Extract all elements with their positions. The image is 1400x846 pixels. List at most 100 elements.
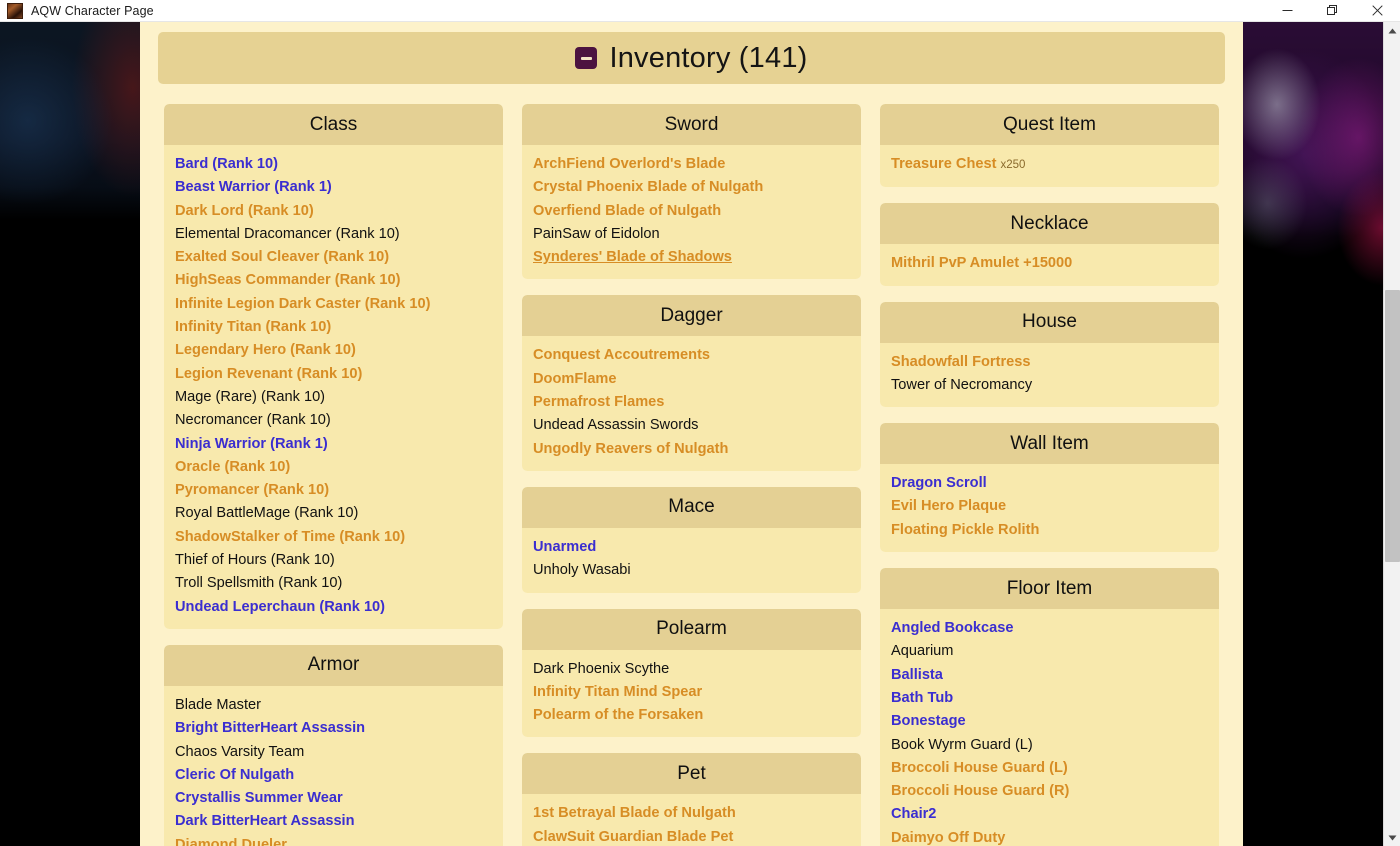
inventory-item-label: Infinity Titan Mind Spear xyxy=(533,683,703,700)
inventory-item-quantity: x250 xyxy=(1000,159,1026,171)
inventory-item: Chaos Varsity Team xyxy=(175,741,492,764)
inventory-item[interactable]: Infinity Titan (Rank 10) xyxy=(175,316,492,339)
inventory-item[interactable]: Polearm of the Forsaken xyxy=(533,704,850,727)
inventory-item[interactable]: Daimyo Off Duty xyxy=(891,827,1208,846)
inventory-item[interactable]: Ninja Warrior (Rank 1) xyxy=(175,433,492,456)
inventory-item[interactable]: ShadowStalker of Time (Rank 10) xyxy=(175,526,492,549)
inventory-item: Dark Phoenix Scythe xyxy=(533,658,850,681)
inventory-item[interactable]: Bonestage xyxy=(891,710,1208,733)
column-left: Class Bard (Rank 10) Beast Warrior (Rank 1… xyxy=(164,104,503,846)
inventory-item[interactable]: Bard (Rank 10) xyxy=(175,153,492,176)
inventory-item[interactable]: Treasure Chest x250 xyxy=(891,153,1208,177)
category-title-class: Class xyxy=(164,104,503,145)
inventory-item-label: Legendary Hero (Rank 10) xyxy=(175,342,356,359)
inventory-item[interactable]: Undead Leperchaun (Rank 10) xyxy=(175,596,492,619)
inventory-item-label: Bonestage xyxy=(891,713,966,730)
column-middle: Sword ArchFiend Overlord's Blade Crystal P… xyxy=(522,104,861,846)
inventory-item[interactable]: Ballista xyxy=(891,664,1208,687)
inventory-item[interactable]: Synderes' Blade of Shadows xyxy=(533,246,850,269)
category-items-armor: Blade Master Bright BitterHeart Assassin C… xyxy=(164,685,503,846)
inventory-item[interactable]: Ungodly Reavers of Nulgath xyxy=(533,438,850,461)
window-titlebar: AQW Character Page xyxy=(0,0,1400,22)
inventory-item[interactable]: Oracle (Rank 10) xyxy=(175,456,492,479)
inventory-item[interactable]: ClawSuit Guardian Blade Pet xyxy=(533,826,850,846)
inventory-item[interactable]: Overfiend Blade of Nulgath xyxy=(533,200,850,223)
category-card-mace: Mace Unarmed Unholy Wasabi xyxy=(522,486,861,593)
inventory-item[interactable]: Dark Lord (Rank 10) xyxy=(175,200,492,223)
category-card-sword: Sword ArchFiend Overlord's Blade Crystal P… xyxy=(522,104,861,280)
category-card-house: House Shadowfall Fortress Tower of Necroma… xyxy=(880,301,1219,408)
inventory-item[interactable]: Bright BitterHeart Assassin xyxy=(175,717,492,740)
inventory-item-label: Treasure Chest xyxy=(891,156,997,172)
inventory-item[interactable]: Floating Pickle Rolith xyxy=(891,519,1208,542)
inventory-item[interactable]: Crystallis Summer Wear xyxy=(175,787,492,810)
inventory-item[interactable]: Beast Warrior (Rank 1) xyxy=(175,176,492,199)
background-art-left xyxy=(0,22,140,846)
inventory-item[interactable]: Exalted Soul Cleaver (Rank 10) xyxy=(175,246,492,269)
inventory-item[interactable]: Bath Tub xyxy=(891,687,1208,710)
inventory-item-label: Crystallis Summer Wear xyxy=(175,790,343,807)
category-card-pet: Pet 1st Betrayal Blade of Nulgath ClawSuit… xyxy=(522,753,861,846)
inventory-item-label: Tower of Necromancy xyxy=(891,376,1033,393)
inventory-item-label: Bright BitterHeart Assassin xyxy=(175,720,366,737)
inventory-item-label: Book Wyrm Guard (L) xyxy=(891,736,1033,753)
inventory-item-label: Unholy Wasabi xyxy=(533,562,631,579)
column-right: Quest Item Treasure Chest x250 Necklace Mit… xyxy=(880,104,1219,846)
inventory-item-label: Shadowfall Fortress xyxy=(891,353,1031,370)
inventory-item[interactable]: 1st Betrayal Blade of Nulgath xyxy=(533,802,850,825)
inventory-item[interactable]: Conquest Accoutrements xyxy=(533,344,850,367)
inventory-item[interactable]: DoomFlame xyxy=(533,368,850,391)
inventory-item-label: Undead Assassin Swords xyxy=(533,417,699,434)
window-title: AQW Character Page xyxy=(31,3,154,18)
inventory-item-label: Dark Phoenix Scythe xyxy=(533,660,670,677)
inventory-item[interactable]: Permafrost Flames xyxy=(533,391,850,414)
inventory-item-label: Exalted Soul Cleaver (Rank 10) xyxy=(175,249,390,266)
inventory-item-label: Aquarium xyxy=(891,643,954,660)
inventory-item[interactable]: Legion Revenant (Rank 10) xyxy=(175,363,492,386)
inventory-page-content: Inventory (141) Class Bard (Rank 10) Beast… xyxy=(140,22,1243,846)
inventory-item-label: Legion Revenant (Rank 10) xyxy=(175,365,363,382)
inventory-item[interactable]: Dragon Scroll xyxy=(891,472,1208,495)
scroll-thumb[interactable] xyxy=(1385,290,1400,562)
minimize-button[interactable] xyxy=(1265,0,1310,22)
inventory-item-label: Cleric Of Nulgath xyxy=(175,766,295,783)
inventory-item-label: Chaos Varsity Team xyxy=(175,743,305,760)
scroll-up-arrow[interactable] xyxy=(1384,22,1400,39)
inventory-item-label: Beast Warrior (Rank 1) xyxy=(175,179,332,196)
inventory-item: Thief of Hours (Rank 10) xyxy=(175,549,492,572)
inventory-item[interactable]: Crystal Phoenix Blade of Nulgath xyxy=(533,176,850,199)
category-card-floor-item: Floor Item Angled Bookcase Aquarium Ballist… xyxy=(880,568,1219,846)
inventory-item[interactable]: Shadowfall Fortress xyxy=(891,351,1208,374)
inventory-item[interactable]: Mithril PvP Amulet +15000 xyxy=(891,252,1208,275)
inventory-item-label: Necromancer (Rank 10) xyxy=(175,412,331,429)
inventory-item[interactable]: Chair2 xyxy=(891,803,1208,826)
inventory-item-label: Evil Hero Plaque xyxy=(891,498,1007,515)
inventory-item-label: Infinity Titan (Rank 10) xyxy=(175,319,332,336)
close-button[interactable] xyxy=(1355,0,1400,22)
inventory-banner[interactable]: Inventory (141) xyxy=(158,32,1225,84)
vertical-scrollbar[interactable] xyxy=(1383,22,1400,846)
inventory-item[interactable]: Cleric Of Nulgath xyxy=(175,764,492,787)
inventory-item-label: Angled Bookcase xyxy=(891,620,1014,637)
scroll-down-arrow[interactable] xyxy=(1384,829,1400,846)
inventory-item-label: Thief of Hours (Rank 10) xyxy=(175,552,335,569)
inventory-item[interactable]: Broccoli House Guard (L) xyxy=(891,757,1208,780)
inventory-item-label: Chair2 xyxy=(891,806,937,823)
inventory-item[interactable]: Broccoli House Guard (R) xyxy=(891,780,1208,803)
inventory-item[interactable]: Legendary Hero (Rank 10) xyxy=(175,339,492,362)
inventory-item[interactable]: Infinite Legion Dark Caster (Rank 10) xyxy=(175,293,492,316)
category-items-sword: ArchFiend Overlord's Blade Crystal Phoeni… xyxy=(522,145,861,280)
inventory-item[interactable]: ArchFiend Overlord's Blade xyxy=(533,153,850,176)
minus-collapse-icon[interactable] xyxy=(575,47,598,69)
inventory-item[interactable]: Evil Hero Plaque xyxy=(891,495,1208,518)
inventory-item[interactable]: Diamond Dueler xyxy=(175,834,492,846)
inventory-item-label: Ungodly Reavers of Nulgath xyxy=(533,440,729,457)
inventory-item[interactable]: HighSeas Commander (Rank 10) xyxy=(175,269,492,292)
inventory-item[interactable]: Dark BitterHeart Assassin xyxy=(175,810,492,833)
inventory-item[interactable]: Unarmed xyxy=(533,536,850,559)
inventory-item[interactable]: Infinity Titan Mind Spear xyxy=(533,681,850,704)
inventory-item[interactable]: Angled Bookcase xyxy=(891,617,1208,640)
inventory-item[interactable]: Pyromancer (Rank 10) xyxy=(175,479,492,502)
restore-button[interactable] xyxy=(1310,0,1355,22)
category-title-dagger: Dagger xyxy=(522,295,861,337)
